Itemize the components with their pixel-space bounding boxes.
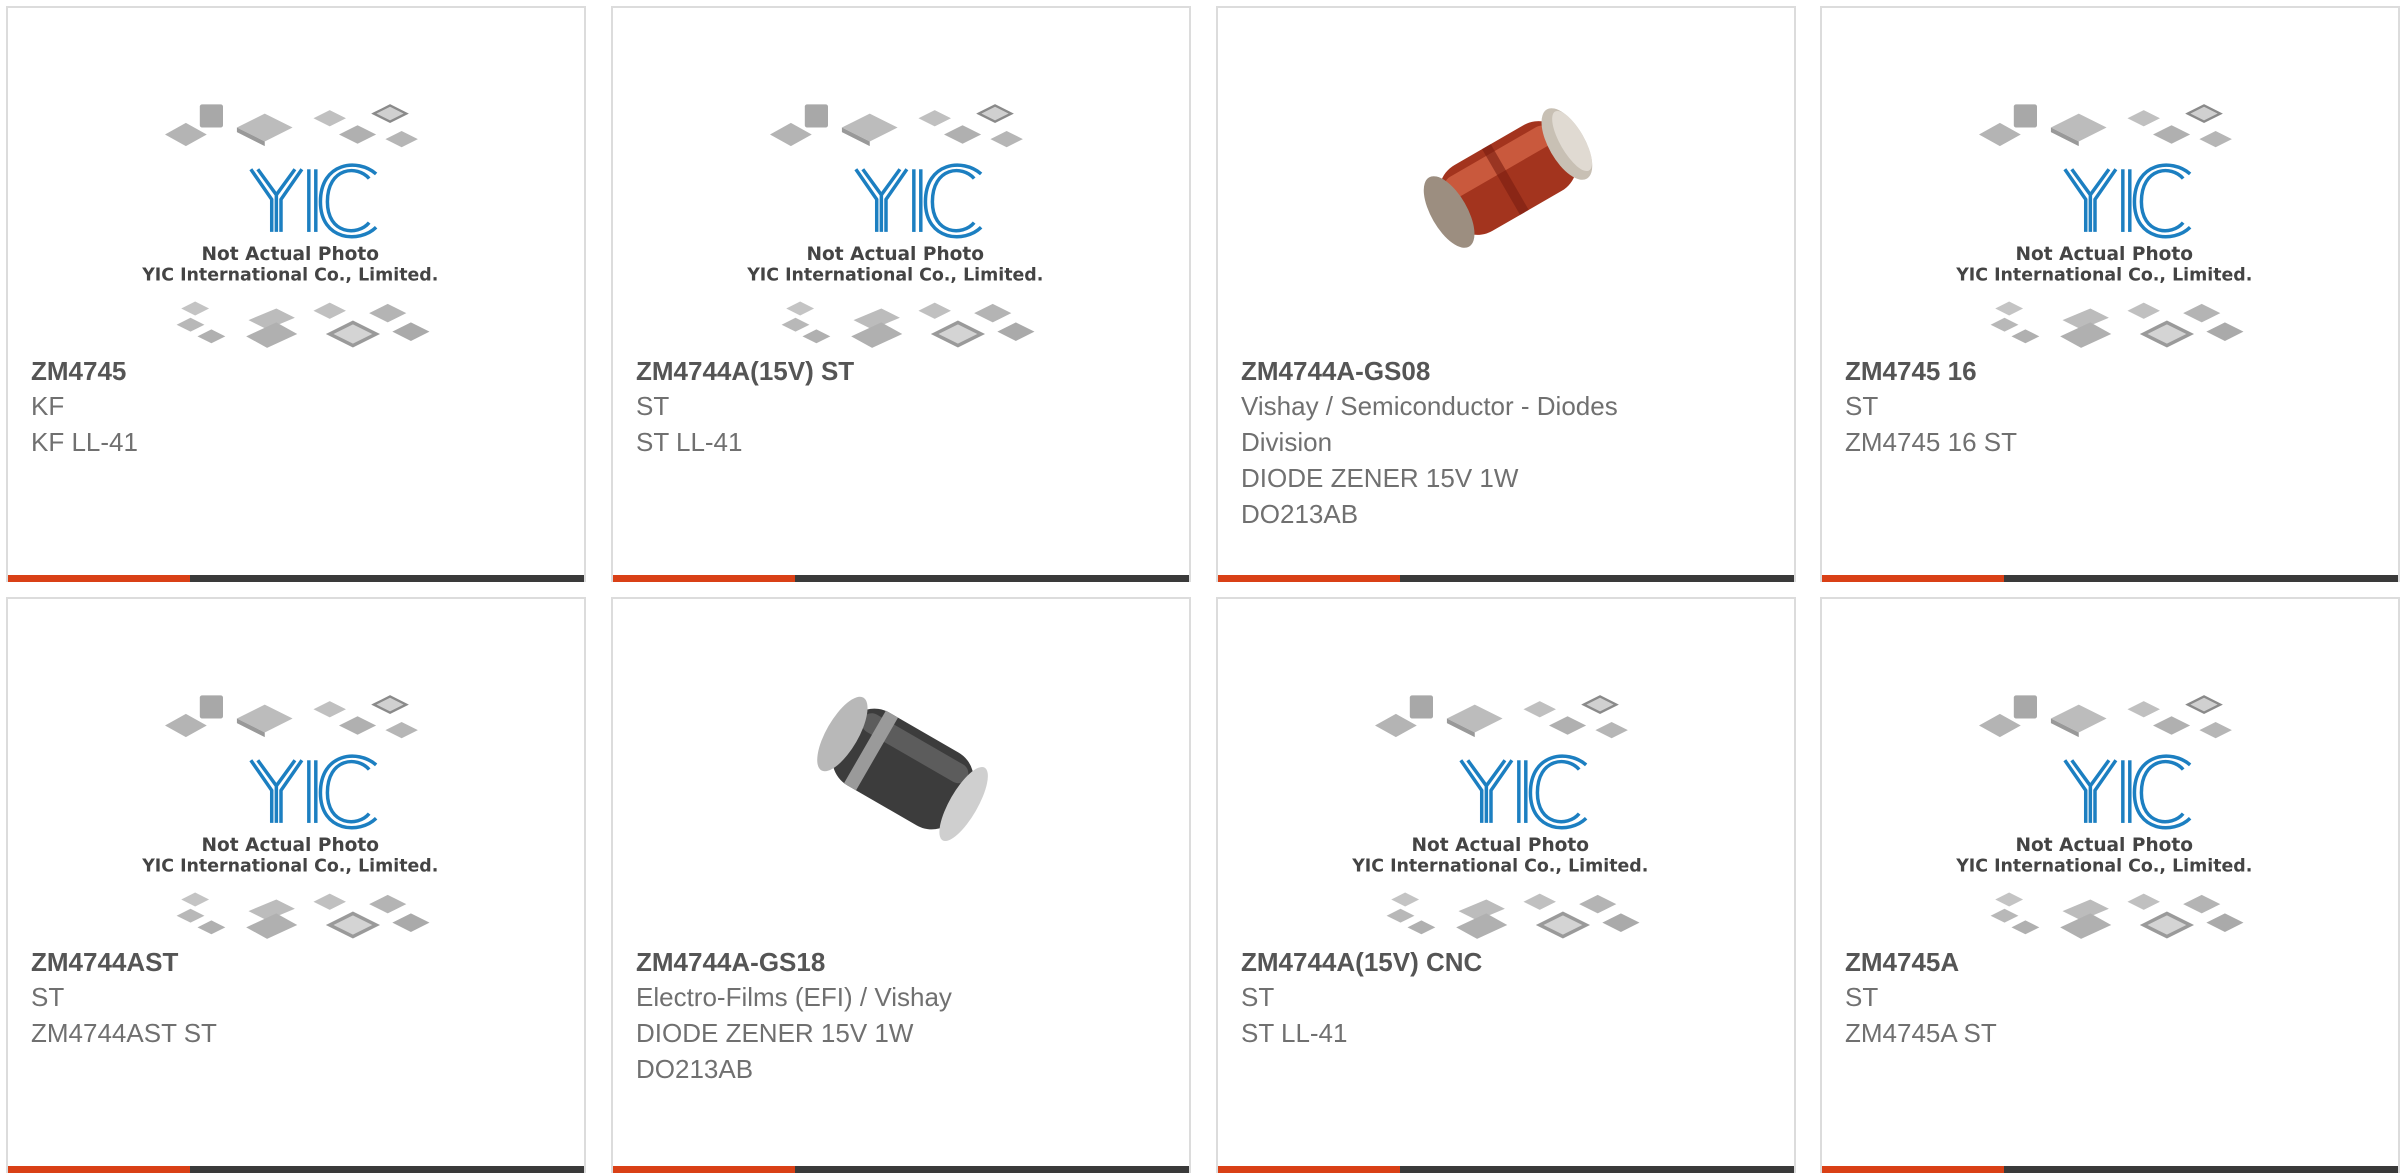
- description-line: ST LL-41: [1241, 1018, 1348, 1048]
- card-accent-bar: [1822, 1166, 2004, 1173]
- product-info: ZM4744A(15V) ST ST ST LL-41: [636, 354, 1169, 460]
- description-line: ZM4745A ST: [1845, 1018, 1997, 1048]
- part-number[interactable]: ZM4745 16: [1845, 354, 2378, 388]
- card-accent-bar: [1218, 1166, 1400, 1173]
- product-card[interactable]: ZM4744A-GS18 Electro-Films (EFI) / Vishay…: [611, 597, 1191, 1173]
- description-line: ST LL-41: [636, 427, 743, 457]
- card-bottom-bar: [8, 575, 584, 582]
- product-card[interactable]: ZM4744AST ST ZM4744AST ST: [6, 597, 586, 1173]
- card-accent-bar: [613, 1166, 795, 1173]
- product-card[interactable]: ZM4744A(15V) CNC ST ST LL-41: [1216, 597, 1796, 1173]
- card-accent-bar: [8, 1166, 190, 1173]
- product-card[interactable]: ZM4745 KF KF LL-41: [6, 6, 586, 582]
- product-grid: ZM4745 KF KF LL-41 ZM4744A(15V) ST ST ST LL-4…: [0, 0, 2400, 1173]
- description-line: Division: [1241, 427, 1333, 457]
- card-accent-bar: [1218, 575, 1400, 582]
- card-accent-bar: [8, 575, 190, 582]
- manufacturer: KF: [31, 391, 65, 421]
- part-number[interactable]: ZM4744AST: [31, 945, 564, 979]
- product-image-placeholder[interactable]: [8, 599, 584, 941]
- card-bottom-bar: [1822, 575, 2398, 582]
- product-info: ZM4745 KF KF LL-41: [31, 354, 564, 460]
- part-number[interactable]: ZM4744A(15V) ST: [636, 354, 1169, 388]
- product-image-placeholder[interactable]: [8, 8, 584, 350]
- part-number[interactable]: ZM4745: [31, 354, 564, 388]
- description-line: ZM4744AST ST: [31, 1018, 217, 1048]
- product-info: ZM4744A-GS18 Electro-Films (EFI) / Vishay…: [636, 945, 1169, 1087]
- card-accent-bar: [613, 575, 795, 582]
- part-number[interactable]: ZM4744A-GS08: [1241, 354, 1774, 388]
- card-bottom-bar: [1218, 575, 1794, 582]
- product-info: ZM4744A(15V) CNC ST ST LL-41: [1241, 945, 1774, 1051]
- description-line: DO213AB: [1241, 499, 1359, 529]
- manufacturer: ST: [636, 391, 670, 421]
- description-line: KF LL-41: [31, 427, 138, 457]
- manufacturer: ST: [1845, 982, 1879, 1012]
- product-card[interactable]: ZM4744A(15V) ST ST ST LL-41: [611, 6, 1191, 582]
- product-info: ZM4744AST ST ZM4744AST ST: [31, 945, 564, 1051]
- description-line: DIODE ZENER 15V 1W: [1241, 463, 1519, 493]
- card-bottom-bar: [1218, 1166, 1794, 1173]
- card-bottom-bar: [1822, 1166, 2398, 1173]
- product-info: ZM4745A ST ZM4745A ST: [1845, 945, 2378, 1051]
- manufacturer: ST: [31, 982, 65, 1012]
- manufacturer: Vishay / Semiconductor - Diodes: [1241, 391, 1618, 421]
- product-image-placeholder[interactable]: [1822, 8, 2398, 350]
- part-number[interactable]: ZM4744A-GS18: [636, 945, 1169, 979]
- product-info: ZM4744A-GS08 Vishay / Semiconductor - Dio…: [1241, 354, 1774, 532]
- product-card[interactable]: ZM4745 16 ST ZM4745 16 ST: [1820, 6, 2400, 582]
- product-card[interactable]: ZM4744A-GS08 Vishay / Semiconductor - Dio…: [1216, 6, 1796, 582]
- product-card[interactable]: ZM4745A ST ZM4745A ST: [1820, 597, 2400, 1173]
- product-image-placeholder[interactable]: [613, 8, 1189, 350]
- product-image-placeholder[interactable]: [1218, 599, 1794, 941]
- product-image-red-diode[interactable]: [1218, 8, 1794, 348]
- manufacturer: Electro-Films (EFI) / Vishay: [636, 982, 952, 1012]
- description-line: ZM4745 16 ST: [1845, 427, 2017, 457]
- card-bottom-bar: [8, 1166, 584, 1173]
- card-bottom-bar: [613, 575, 1189, 582]
- card-bottom-bar: [613, 1166, 1189, 1173]
- part-number[interactable]: ZM4744A(15V) CNC: [1241, 945, 1774, 979]
- product-info: ZM4745 16 ST ZM4745 16 ST: [1845, 354, 2378, 460]
- description-line: DIODE ZENER 15V 1W: [636, 1018, 914, 1048]
- part-number[interactable]: ZM4745A: [1845, 945, 2378, 979]
- manufacturer: ST: [1845, 391, 1879, 421]
- card-accent-bar: [1822, 575, 2004, 582]
- product-image-black-diode[interactable]: [613, 599, 1189, 939]
- manufacturer: ST: [1241, 982, 1275, 1012]
- description-line: DO213AB: [636, 1054, 754, 1084]
- product-image-placeholder[interactable]: [1822, 599, 2398, 941]
